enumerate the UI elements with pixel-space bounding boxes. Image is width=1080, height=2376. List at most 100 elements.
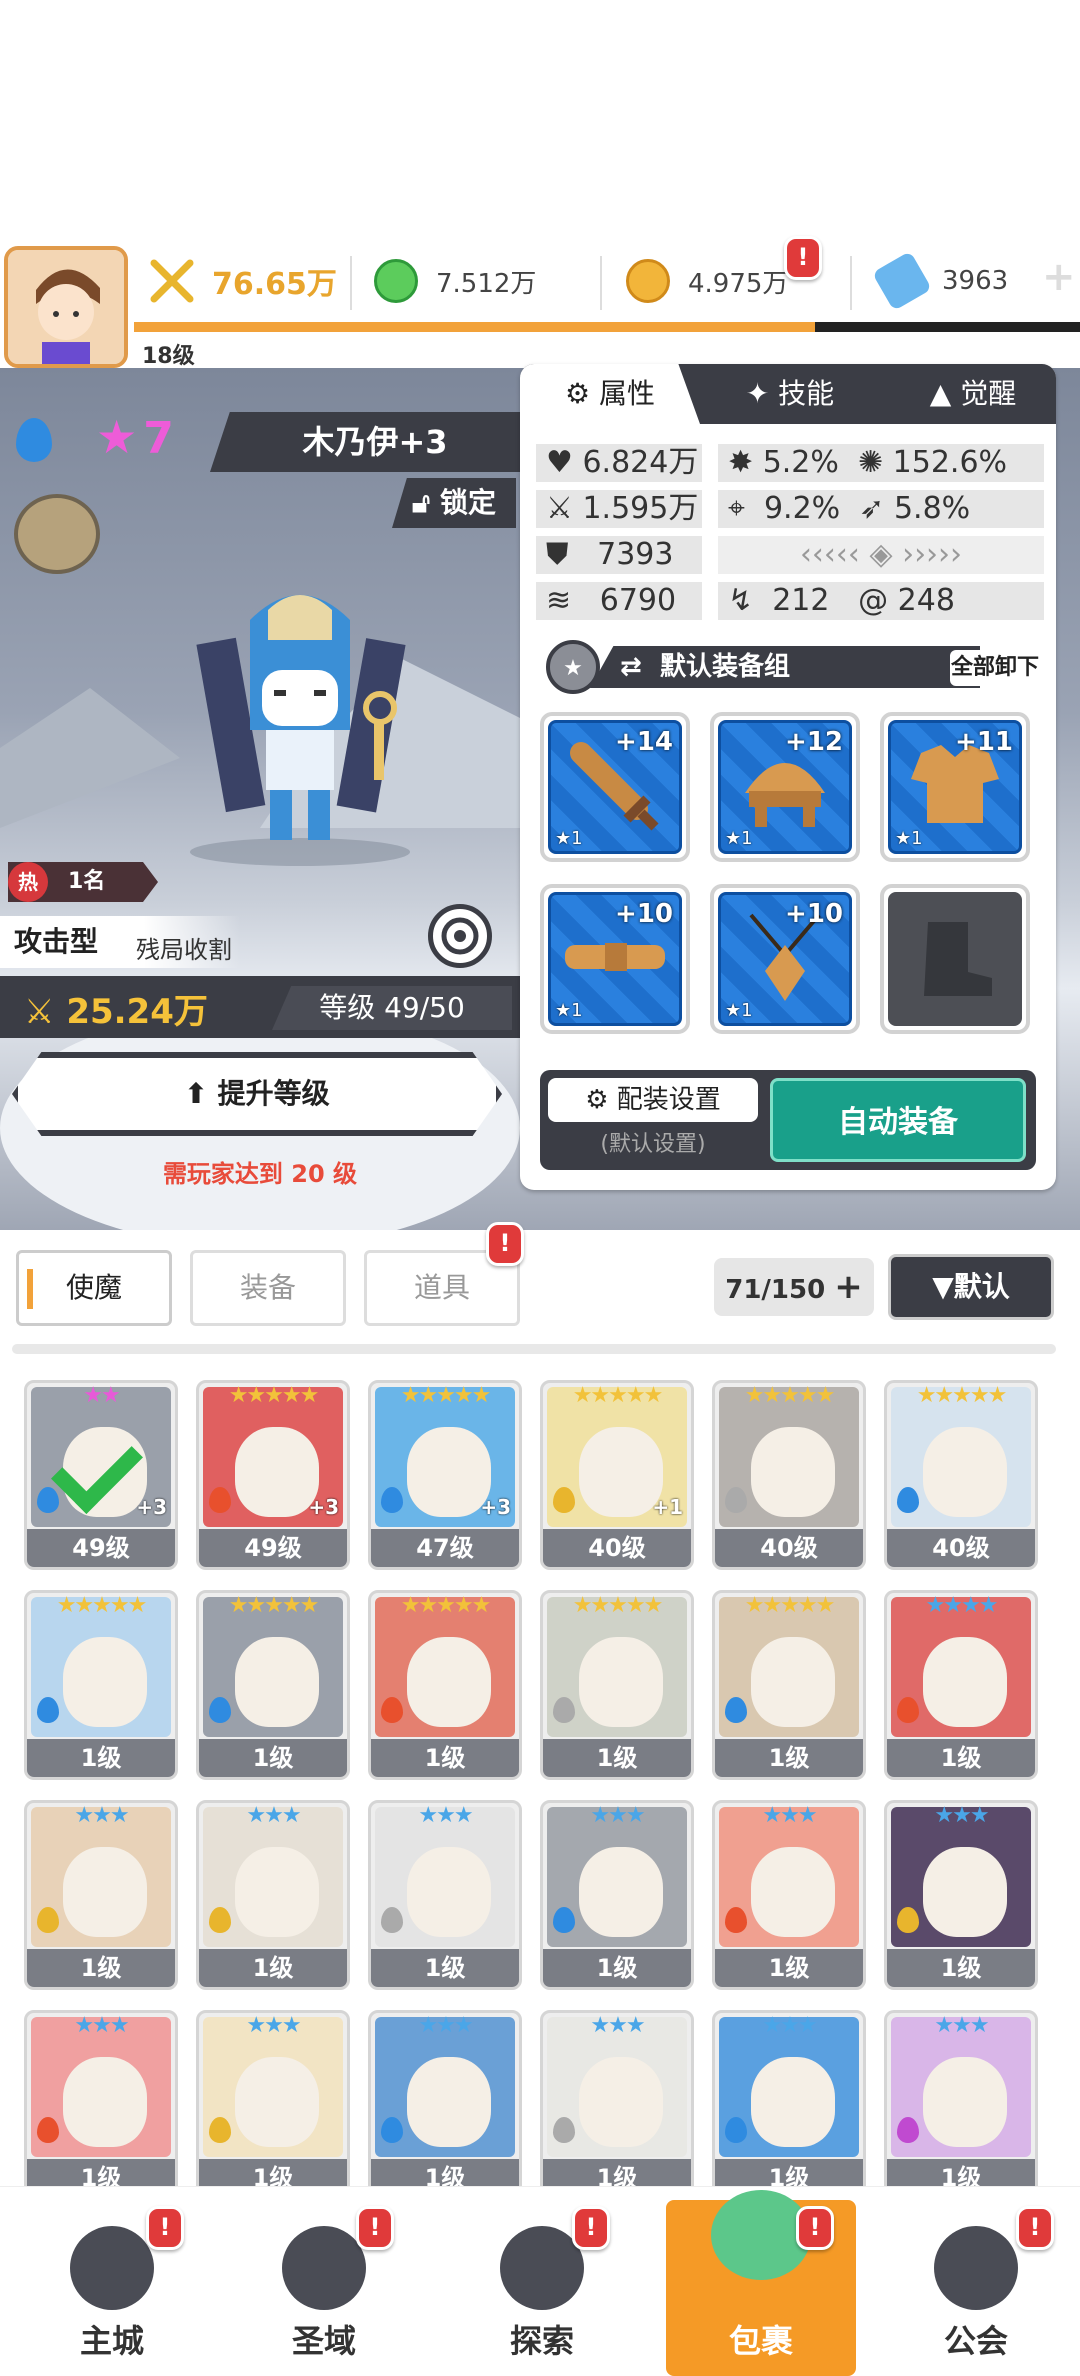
pet-card[interactable]: ★★★ 1级 (368, 1800, 522, 1990)
upgrade-level-button[interactable]: ⬆ 提升等级 (12, 1052, 502, 1136)
add-gems-icon[interactable]: + (1042, 254, 1076, 300)
shield-icon: ⛊ (546, 537, 569, 572)
nav-label: 包裹 (728, 2322, 793, 2360)
equip-slot-weapon[interactable]: +14 ★1 (540, 712, 690, 862)
power-value: 76.65万 (212, 267, 337, 302)
pet-card[interactable]: ★★★★★ 1级 (712, 1590, 866, 1780)
tab-equipment[interactable]: 装备 (190, 1250, 346, 1326)
pet-card[interactable]: ★★★★★ 40级 (884, 1380, 1038, 1570)
rotate-hero-button[interactable] (428, 904, 492, 968)
tab-pets[interactable]: 使魔 (16, 1250, 172, 1326)
helmet-icon (934, 2226, 1018, 2310)
pet-level: 1级 (887, 1949, 1035, 1987)
pet-card[interactable]: ★★ +3 49级 (24, 1380, 178, 1570)
tab-skills[interactable]: ✦ 技能 (710, 364, 870, 424)
pet-level: 1级 (887, 1739, 1035, 1777)
skill-tag: 残局收割 (136, 936, 232, 964)
pet-card[interactable]: ★★★ 1级 (196, 1800, 350, 1990)
equip-set-selector[interactable]: ⇄ 默认装备组 (590, 646, 980, 688)
xp-fill (134, 322, 816, 332)
pet-card[interactable]: ★★★ 1级 (24, 1800, 178, 1990)
tab-awaken[interactable]: ▲ 觉醒 (890, 364, 1056, 424)
hero-name: 木乃伊+3 (210, 412, 540, 472)
auto-equip-button[interactable]: 自动装备 (770, 1078, 1026, 1162)
pet-stars: ★★★★★ (56, 1593, 148, 1618)
pet-card[interactable]: ★★★ 1级 (884, 1800, 1038, 1990)
svg-text:★: ★ (563, 656, 583, 681)
player-avatar[interactable] (4, 246, 128, 368)
lock-button[interactable]: 🔓︎ 锁定 (392, 478, 516, 528)
pet-card[interactable]: ★★★ 1级 (884, 2010, 1038, 2200)
nav-label: 主城 (79, 2322, 144, 2360)
pet-card[interactable]: ★★★★★ 1级 (196, 1590, 350, 1780)
count-value: 71/150 (725, 1275, 826, 1305)
slot-enhance: +10 (785, 899, 843, 929)
equip-slot-helmet[interactable]: +12 ★1 (710, 712, 860, 862)
pet-card[interactable]: ★★★ 1级 (712, 1800, 866, 1990)
diamond-icon (871, 250, 933, 312)
lock-label: 锁定 (439, 486, 496, 519)
items-alert-badge: ! (486, 1222, 524, 1266)
tab-attributes[interactable]: ⚙ 属性 (520, 364, 700, 424)
stat-value: 6.824万 (582, 445, 699, 480)
stat-value: 248 (897, 583, 955, 618)
loadout-config-button[interactable]: ⚙ 配装设置 (548, 1078, 758, 1122)
plus-icon[interactable]: + (834, 1267, 863, 1307)
pet-stars: ★★★ (246, 2013, 301, 2038)
nav-label: 公会 (943, 2322, 1008, 2360)
pet-stars: ★★★★★ (744, 1383, 836, 1408)
pet-bonus: +3 (136, 1495, 167, 1519)
sort-dropdown[interactable]: ▼默认 (888, 1254, 1054, 1320)
equip-slot-boots-empty[interactable] (880, 884, 1030, 1034)
pet-card[interactable]: ★★★★★ +3 49级 (196, 1380, 350, 1570)
pet-card[interactable]: ★★★★★ 40级 (712, 1380, 866, 1570)
pet-stars: ★★★★★ (400, 1383, 492, 1408)
pet-level: 1级 (715, 1949, 863, 1987)
pet-card[interactable]: ★★★ 1级 (368, 2010, 522, 2200)
nav-badge: ! (1016, 2206, 1054, 2250)
pet-card[interactable]: ★★★★ 1级 (884, 1590, 1038, 1780)
pet-card[interactable]: ★★★ 1级 (24, 2010, 178, 2200)
element-icon (897, 1487, 919, 1513)
pet-card[interactable]: ★★★ 1级 (196, 2010, 350, 2200)
pet-level: 1级 (27, 1739, 175, 1777)
pet-level: 40级 (887, 1529, 1035, 1567)
slot-enhance: +14 (615, 727, 673, 757)
stat-accuracy: ⌖ 9.2% ➶ 5.8% (718, 490, 1044, 528)
pet-card[interactable]: ★★★ 1级 (540, 1800, 694, 1990)
pet-card[interactable]: ★★★ 1级 (712, 2010, 866, 2200)
tab-label: 技能 (778, 377, 835, 410)
pet-level: 1级 (715, 1739, 863, 1777)
pet-stars: ★★★ (246, 1803, 301, 1828)
pet-level: 49级 (27, 1529, 175, 1567)
element-icon (381, 2117, 403, 2143)
lock-icon: 🔓︎ (412, 486, 431, 519)
stat-hp: ♥ 6.824万 (536, 444, 702, 482)
hero-level: 等级 49/50 (272, 986, 512, 1030)
pet-card[interactable]: ★★★ 1级 (540, 2010, 694, 2200)
stat-value: 7393 (597, 537, 674, 572)
pet-stars: ★★★ (590, 2013, 645, 2038)
locked-skill-icon[interactable] (14, 494, 100, 574)
pet-card[interactable]: ★★★★★ 1级 (540, 1590, 694, 1780)
stat-value: 9.2% (763, 491, 841, 526)
pet-card[interactable]: ★★★★★ +3 47级 (368, 1380, 522, 1570)
pet-card[interactable]: ★★★★★ 1级 (368, 1590, 522, 1780)
pet-stars: ★★★ (418, 1803, 473, 1828)
pet-face (235, 1637, 319, 1727)
panel-tabs: ⚙ 属性 ✦ 技能 ▲ 觉醒 (520, 364, 1056, 424)
equip-slot-belt[interactable]: +10 ★1 (540, 884, 690, 1034)
chevrons-icon: ‹‹‹‹‹ ◈ ››››› (799, 537, 963, 572)
equip-slot-necklace[interactable]: +10 ★1 (710, 884, 860, 1034)
pet-card[interactable]: ★★★★★ 1级 (24, 1590, 178, 1780)
pet-grid: ★★ +3 49级 ★★★★★ +3 49级 ★★★★★ +3 47级 ★★★★★ +1 40级 ★★★… (24, 1380, 1064, 2200)
unload-all-button[interactable]: 全部卸下 (950, 650, 1040, 686)
alert-badge[interactable]: ! (784, 236, 822, 280)
equip-slot-armor[interactable]: +11 ★1 (880, 712, 1030, 862)
pet-face (923, 1637, 1007, 1727)
pet-face (407, 1637, 491, 1727)
burst-icon: ✸ (728, 445, 754, 480)
hero-power-value: 25.24万 (66, 992, 208, 1032)
pet-stars: ★★★ (934, 1803, 989, 1828)
pet-card[interactable]: ★★★★★ +1 40级 (540, 1380, 694, 1570)
